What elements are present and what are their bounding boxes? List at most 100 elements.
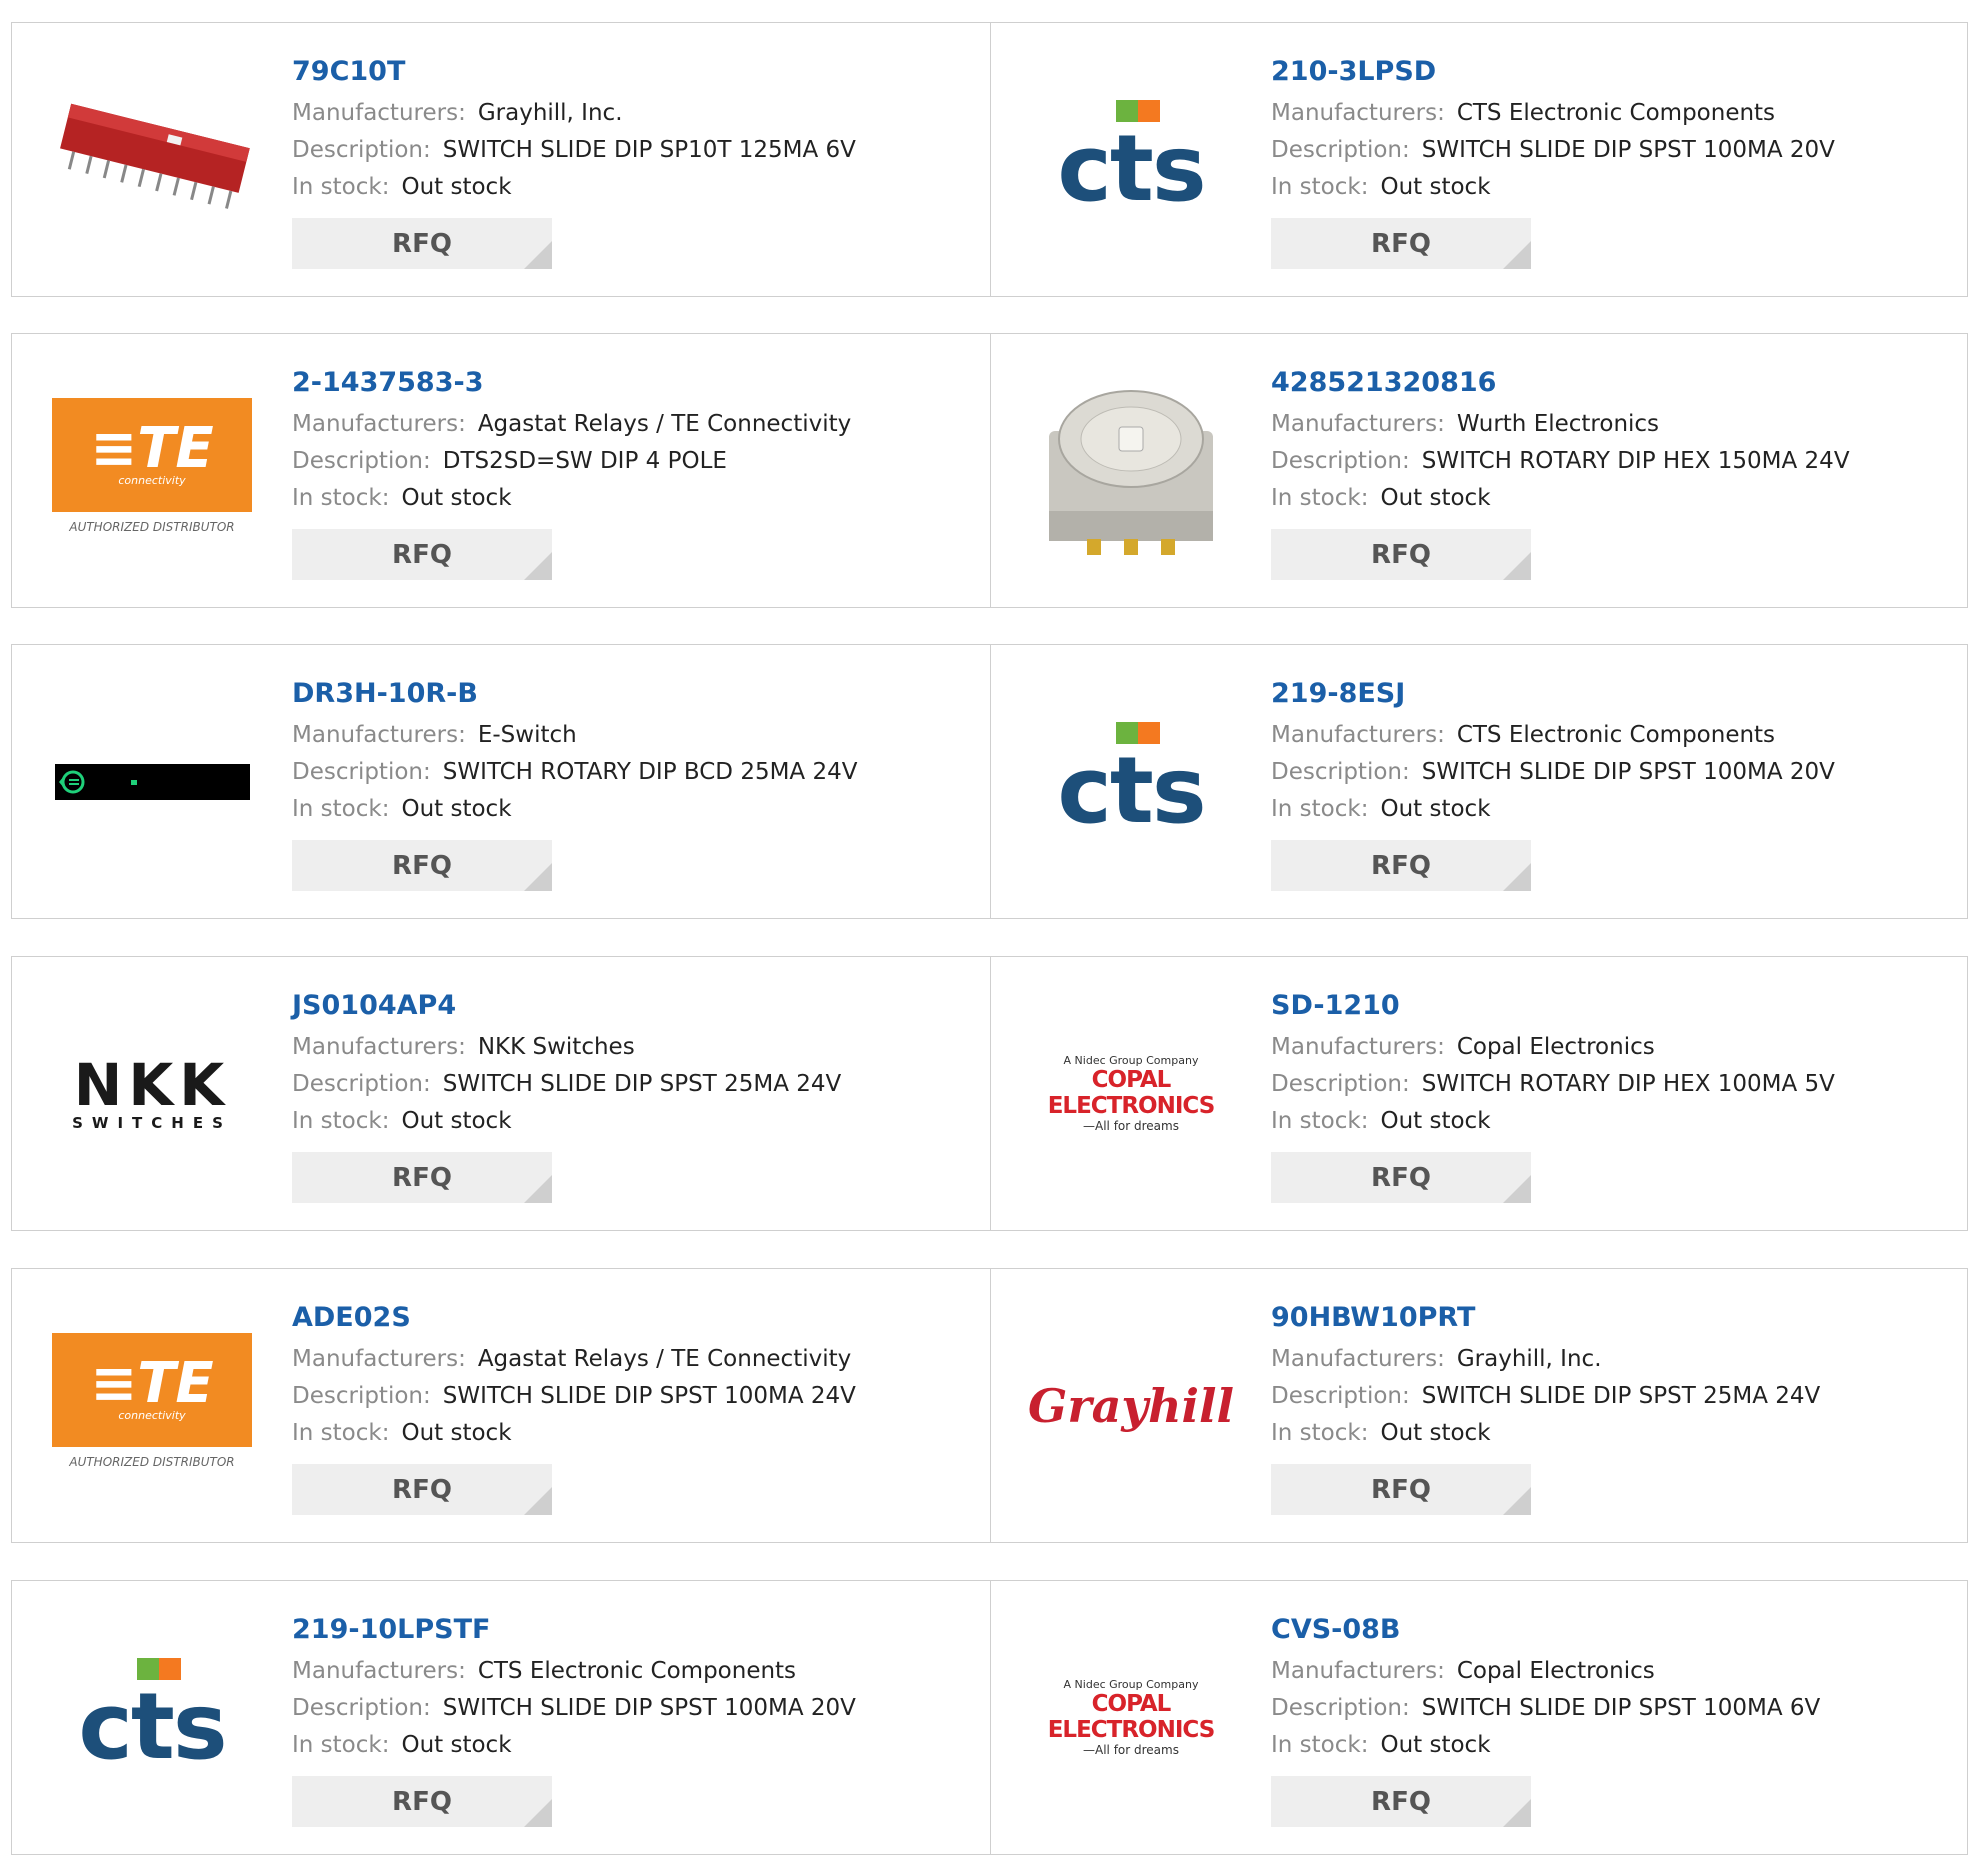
rfq-button[interactable]: RFQ [1271,529,1531,580]
product-thumbnail[interactable]: NKK SWITCHES [52,994,252,1194]
product-thumbnail[interactable]: A Nidec Group Company COPAL ELECTRONICS —A… [1031,994,1231,1194]
e-switch-logo [54,763,250,800]
description-label: Description: [292,137,431,163]
part-number-link[interactable]: CVS-08B [1271,1611,1820,1649]
manufacturer-value: CTS Electronic Components [477,1658,797,1684]
product-thumbnail[interactable]: cts [1031,682,1231,882]
description-value: DTS2SD=SW DIP 4 POLE [442,448,727,474]
description-label: Description: [1271,1383,1410,1409]
part-number-link[interactable]: SD-1210 [1271,987,1835,1025]
rfq-button[interactable]: RFQ [292,840,552,891]
rfq-button[interactable]: RFQ [292,1464,552,1515]
rfq-corner-decoration [1503,552,1531,580]
part-number-link[interactable]: 210-3LPSD [1271,53,1835,91]
description-value: SWITCH SLIDE DIP SPST 25MA 24V [442,1071,842,1097]
product-card: ≡TE connectivity AUTHORIZED DISTRIBUTOR 2-1… [12,334,990,607]
description-label: Description: [292,1383,431,1409]
rfq-corner-decoration [1503,1799,1531,1827]
product-info: 79C10T Manufacturers: Grayhill, Inc. Descri… [292,53,856,269]
manufacturer-line: Manufacturers: CTS Electronic Components [1271,95,1835,132]
description-label: Description: [1271,1695,1410,1721]
stock-label: In stock: [292,796,390,822]
description-label: Description: [292,1695,431,1721]
product-card: A Nidec Group Company COPAL ELECTRONICS —A… [991,957,1968,1230]
rfq-button[interactable]: RFQ [292,1776,552,1827]
manufacturer-value: Grayhill, Inc. [477,100,623,126]
stock-label: In stock: [1271,1732,1369,1758]
rfq-corner-decoration [524,552,552,580]
product-thumbnail[interactable]: cts [52,1618,252,1818]
part-number-link[interactable]: 90HBW10PRT [1271,1299,1820,1337]
product-card: cts 219-10LPSTF Manufacturers: CTS Electron… [12,1581,990,1854]
product-thumbnail[interactable] [52,682,252,882]
part-number-link[interactable]: 79C10T [292,53,856,91]
rfq-label: RFQ [392,228,452,259]
product-thumbnail[interactable]: ≡TE connectivity AUTHORIZED DISTRIBUTOR [52,371,252,571]
part-number-link[interactable]: JS0104AP4 [292,987,841,1025]
grayhill-logo: Grayhill [1028,1378,1234,1433]
rfq-corner-decoration [524,863,552,891]
part-number-link[interactable]: 2-1437583-3 [292,364,851,402]
manufacturer-line: Manufacturers: NKK Switches [292,1029,841,1066]
rfq-button[interactable]: RFQ [292,529,552,580]
red-dip-switch-image [60,103,250,209]
product-card: DR3H-10R-B Manufacturers: E-Switch Descript… [12,645,990,918]
stock-value: Out stock [401,174,512,200]
product-thumbnail[interactable]: cts [1031,60,1231,260]
te-logo-subtitle: connectivity [118,1409,186,1422]
description-line: Description: SWITCH SLIDE DIP SPST 100MA … [292,1690,856,1727]
product-thumbnail[interactable]: Grayhill [1028,1306,1234,1506]
rfq-button[interactable]: RFQ [1271,1776,1531,1827]
product-thumbnail[interactable] [1031,371,1231,571]
product-row: NKK SWITCHES JS0104AP4 Manufacturers: NKK Sw… [11,956,1968,1231]
product-thumbnail[interactable] [52,60,252,260]
rfq-corner-decoration [1503,241,1531,269]
stock-label: In stock: [292,485,390,511]
description-line: Description: SWITCH SLIDE DIP SPST 100MA … [1271,754,1835,791]
product-thumbnail[interactable]: ≡TE connectivity AUTHORIZED DISTRIBUTOR [52,1306,252,1506]
part-number-link[interactable]: 219-10LPSTF [292,1611,856,1649]
part-number-link[interactable]: 219-8ESJ [1271,675,1835,713]
stock-value: Out stock [1380,796,1491,822]
copal-logo-slogan: —All for dreams [1083,1743,1179,1757]
stock-line: In stock: Out stock [292,1415,856,1452]
stock-value: Out stock [1380,1732,1491,1758]
cts-logo-text: cts [78,1672,227,1780]
manufacturer-value: Agastat Relays / TE Connectivity [477,411,852,437]
part-number-link[interactable]: 428521320816 [1271,364,1850,402]
rfq-label: RFQ [1371,228,1431,259]
rfq-button[interactable]: RFQ [1271,218,1531,269]
stock-label: In stock: [1271,485,1369,511]
part-number-link[interactable]: DR3H-10R-B [292,675,857,713]
stock-label: In stock: [292,1420,390,1446]
product-thumbnail[interactable]: A Nidec Group Company COPAL ELECTRONICS —A… [1031,1618,1231,1818]
stock-label: In stock: [292,1108,390,1134]
description-value: SWITCH SLIDE DIP SPST 100MA 20V [1421,137,1835,163]
product-row: ≡TE connectivity AUTHORIZED DISTRIBUTOR 2-1… [11,333,1968,608]
manufacturer-label: Manufacturers: [292,411,466,437]
description-value: SWITCH ROTARY DIP HEX 150MA 24V [1421,448,1850,474]
rfq-label: RFQ [392,1786,452,1817]
rfq-button[interactable]: RFQ [1271,1152,1531,1203]
description-line: Description: SWITCH SLIDE DIP SPST 25MA 2… [292,1066,841,1103]
product-row: cts 219-10LPSTF Manufacturers: CTS Electron… [11,1580,1968,1855]
product-row: DR3H-10R-B Manufacturers: E-Switch Descript… [11,644,1968,919]
description-line: Description: SWITCH SLIDE DIP SP10T 125MA… [292,132,856,169]
te-logo-mark: ≡TE [90,1351,214,1416]
rfq-button[interactable]: RFQ [1271,840,1531,891]
nkk-logo-subtitle: SWITCHES [72,1113,232,1132]
rfq-button[interactable]: RFQ [292,218,552,269]
manufacturer-label: Manufacturers: [1271,722,1445,748]
description-label: Description: [1271,448,1410,474]
rfq-label: RFQ [392,1474,452,1505]
rfq-button[interactable]: RFQ [1271,1464,1531,1515]
stock-line: In stock: Out stock [292,1727,856,1764]
rfq-button[interactable]: RFQ [292,1152,552,1203]
rotary-dip-switch-image [1049,389,1213,555]
product-card: Grayhill 90HBW10PRT Manufacturers: Grayhill… [991,1269,1968,1542]
copal-logo-tagline: A Nidec Group Company [1063,1678,1199,1691]
part-number-link[interactable]: ADE02S [292,1299,856,1337]
rfq-label: RFQ [1371,850,1431,881]
rfq-label: RFQ [1371,1786,1431,1817]
manufacturer-value: Agastat Relays / TE Connectivity [477,1346,852,1372]
